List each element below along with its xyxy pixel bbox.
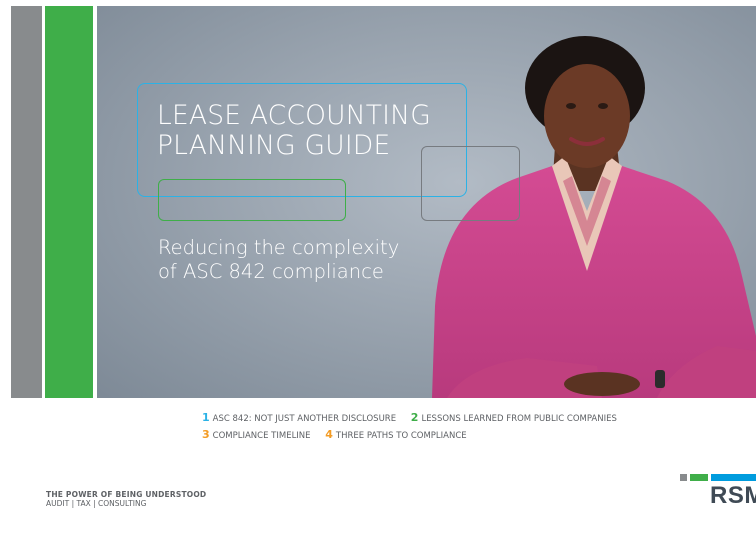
toc-label-3: COMPLIANCE TIMELINE — [212, 431, 311, 441]
services-text: AUDIT | TAX | CONSULTING — [46, 499, 147, 508]
logo-wordmark: RSM — [710, 482, 756, 509]
toc-item-4[interactable]: 4 THREE PATHS TO COMPLIANCE — [325, 428, 467, 441]
cover-title-line-1: LEASE ACCOUNTING — [157, 100, 431, 131]
cover-subtitle-line-2: of ASC 842 compliance — [158, 260, 384, 283]
green-accent-stripe — [45, 6, 93, 398]
cover-subtitle: Reducing the complexity of ASC 842 compl… — [158, 236, 399, 284]
toc-number-1: 1 — [202, 411, 210, 424]
cover-subtitle-line-1: Reducing the complexity — [158, 236, 400, 259]
cover-title: LEASE ACCOUNTING PLANNING GUIDE — [157, 101, 431, 161]
table-of-contents: 1 ASC 842: NOT JUST ANOTHER DISCLOSURE 2L… — [202, 410, 629, 444]
gray-accent-stripe — [11, 6, 42, 398]
decorative-green-frame — [158, 179, 346, 221]
toc-label-2: LESSONS LEARNED FROM PUBLIC COMPANIES — [421, 414, 617, 424]
toc-row-1: 1 ASC 842: NOT JUST ANOTHER DISCLOSURE 2L… — [202, 410, 629, 427]
toc-item-2[interactable]: 2 LESSONS LEARNED FROM PUBLIC COMPANIES — [410, 411, 617, 424]
logo-blue-bar — [711, 474, 756, 481]
toc-number-2: 2 — [410, 411, 419, 424]
toc-label-4: THREE PATHS TO COMPLIANCE — [335, 431, 467, 441]
logo-green-bar — [690, 474, 708, 481]
toc-item-3[interactable]: 3 COMPLIANCE TIMELINE — [202, 428, 313, 441]
cover-hero: LEASE ACCOUNTING PLANNING GUIDE Reducing… — [97, 6, 756, 398]
cover-title-line-2: PLANNING GUIDE — [157, 130, 391, 161]
toc-row-2: 3 COMPLIANCE TIMELINE 4 THREE PATHS TO COM… — [202, 427, 629, 444]
tagline-text: THE POWER OF BEING UNDERSTOOD — [46, 490, 207, 499]
toc-item-1[interactable]: 1 ASC 842: NOT JUST ANOTHER DISCLOSURE — [202, 411, 399, 424]
logo-gray-bar — [680, 474, 687, 481]
rsm-logo: RSM — [680, 472, 756, 512]
decorative-gray-frame — [421, 146, 520, 221]
toc-label-1: ASC 842: NOT JUST ANOTHER DISCLOSURE — [212, 414, 397, 424]
footer-tagline: THE POWER OF BEING UNDERSTOOD AUDIT | TA… — [46, 490, 206, 508]
toc-number-4: 4 — [325, 428, 333, 441]
toc-number-3: 3 — [202, 428, 210, 441]
